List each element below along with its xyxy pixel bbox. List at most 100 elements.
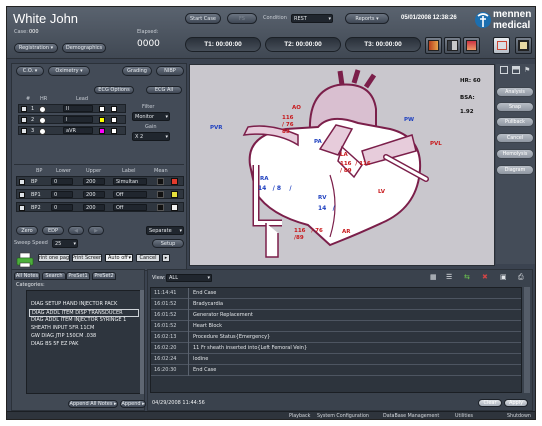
setup-button[interactable]: Setup — [152, 239, 184, 248]
auto-off-select[interactable]: Auto off ▾ — [105, 254, 133, 262]
separate-select[interactable]: Separate ▾ — [146, 226, 184, 235]
print-icon[interactable] — [512, 66, 520, 74]
ecg-all-button[interactable]: ECG All — [146, 86, 182, 94]
timer-t1[interactable]: T1: 00:00:00 — [185, 37, 261, 52]
bp-enable-checkbox[interactable] — [19, 179, 25, 185]
delete-icon[interactable]: ✖ — [482, 273, 488, 281]
review-icon[interactable] — [425, 37, 442, 54]
printer-icon[interactable] — [16, 252, 34, 268]
event-scrollbar[interactable] — [524, 287, 530, 393]
fs-button[interactable]: FS — [227, 13, 257, 24]
trace-color-swatch[interactable] — [99, 117, 105, 123]
hr-source-radio[interactable] — [39, 117, 46, 124]
bp-color-swatch[interactable] — [171, 191, 178, 198]
bp-enable-checkbox[interactable] — [19, 205, 25, 211]
side-button-pullback[interactable]: Pullback — [496, 117, 534, 127]
shutdown-menu[interactable]: Shutdown — [507, 414, 531, 419]
event-row[interactable]: 16:02:20 11 Fr sheath inserted into{Left … — [151, 343, 521, 354]
system-configuration-menu[interactable]: System Configuration — [317, 414, 369, 419]
category-item[interactable]: GW DIAG JTIP 150CM .038 — [29, 333, 139, 341]
demographics-button[interactable]: Demographics — [62, 43, 106, 53]
bp-lower-select[interactable]: 0 — [51, 204, 73, 211]
bp-upper-select[interactable]: 200 — [83, 204, 105, 211]
trace-color-swatch[interactable] — [99, 106, 105, 112]
bp-lower-select[interactable]: 0 — [51, 191, 73, 198]
lead-select[interactable]: I — [63, 116, 93, 123]
event-row[interactable]: 16:20:30 End Case — [151, 365, 521, 376]
categories-list[interactable]: DIAG SETUP HAND INJECTOR PACK DIAG ADDL I… — [26, 290, 144, 394]
print-one-page-button[interactable]: Print one page — [38, 254, 70, 262]
lead-select[interactable]: aVR — [63, 127, 93, 134]
bp-label-select[interactable]: Simultan — [113, 178, 147, 185]
disabled-toggle-1[interactable]: ◀ — [68, 226, 84, 235]
bp-lower-select[interactable]: 0 — [51, 178, 73, 185]
bp-mean-toggle[interactable] — [157, 178, 164, 185]
start-case-button[interactable]: Start Case — [185, 13, 221, 24]
ecg-options-button[interactable]: ECG Options — [94, 86, 134, 94]
print-screen-button[interactable]: Print Screen — [72, 254, 102, 262]
timer-t3[interactable]: T3: 00:00:00 — [345, 37, 421, 52]
tab-search[interactable]: Search — [42, 272, 66, 280]
window-icon[interactable] — [500, 66, 508, 74]
sweep-speed-select[interactable]: 25 ▾ — [52, 239, 78, 248]
zero-button[interactable]: Zero — [16, 226, 38, 235]
list-icon[interactable]: ☰ — [446, 273, 452, 281]
registration-button[interactable]: Registration ▾ — [14, 43, 58, 53]
category-item[interactable]: DIAG ADDL ITEM DISP TRANSDUCER — [29, 309, 139, 317]
hr-source-radio[interactable] — [39, 106, 46, 113]
utilities-menu[interactable]: Utilities — [455, 414, 473, 419]
side-button-cancel[interactable]: Cancel — [496, 133, 534, 143]
bp-label-select[interactable]: Off — [113, 204, 147, 211]
side-button-analysis[interactable]: Analysis — [496, 87, 534, 97]
database-management-menu[interactable]: DataBase Management — [383, 414, 439, 419]
oximetry-button[interactable]: Oximetry ▾ — [48, 66, 90, 76]
bp-color-swatch[interactable] — [171, 178, 178, 185]
printer-small-icon[interactable]: ⎙ — [518, 273, 524, 282]
event-row[interactable]: 11:14:41 End Case — [151, 288, 521, 299]
reports-button[interactable]: Reports ▾ — [345, 13, 389, 24]
bp-color-swatch[interactable] — [171, 204, 178, 211]
bp-enable-checkbox[interactable] — [19, 192, 25, 198]
trace-options-icon[interactable] — [111, 128, 117, 134]
ecg-enable-checkbox[interactable] — [21, 106, 27, 112]
append-button[interactable]: Append ▸ — [120, 400, 146, 408]
category-item[interactable]: SHEATH INPUT 5FR 11CM — [29, 325, 139, 333]
bp-label-select[interactable]: Off — [113, 191, 147, 198]
bp-mean-toggle[interactable] — [157, 191, 164, 198]
export-icon[interactable]: ⇆ — [464, 273, 470, 281]
event-row[interactable]: 16:01:52 Heart Block — [151, 321, 521, 332]
categories-scrollbar[interactable] — [140, 290, 144, 394]
trace-options-icon[interactable] — [111, 106, 117, 112]
gain-select[interactable]: X 2 ▾ — [132, 132, 170, 141]
timer-t2[interactable]: T2: 00:00:00 — [265, 37, 341, 52]
condition-select[interactable]: REST ▾ — [291, 14, 333, 23]
trace-options-icon[interactable] — [111, 117, 117, 123]
category-item[interactable]: DIAG SETUP HAND INJECTOR PACK — [29, 301, 139, 309]
cancel-print-button[interactable]: Cancel — [136, 254, 160, 262]
lead-select[interactable]: II — [63, 105, 93, 112]
ecg-enable-checkbox[interactable] — [21, 128, 27, 134]
apply-button[interactable]: Apply — [504, 399, 528, 407]
bp-upper-select[interactable]: 200 — [83, 178, 105, 185]
grading-button[interactable]: Grading — [122, 66, 152, 76]
event-row[interactable]: 16:02:13 Procedure Status{Emergency} — [151, 332, 521, 343]
tab-all-notes[interactable]: All Notes — [14, 272, 40, 280]
bp-upper-select[interactable]: 200 — [83, 191, 105, 198]
edp-button[interactable]: EDP — [42, 226, 64, 235]
disabled-toggle-2[interactable]: ▶ — [88, 226, 104, 235]
hr-source-radio[interactable] — [39, 128, 46, 135]
ecg-enable-checkbox[interactable] — [21, 117, 27, 123]
bp-mean-toggle[interactable] — [157, 204, 164, 211]
view-select[interactable]: ALL ▾ — [166, 274, 212, 282]
grid-icon[interactable] — [515, 37, 532, 54]
tab-preset2[interactable]: PreSet2 — [92, 272, 116, 280]
category-item[interactable]: DIAG BS 5F EZ PAK — [29, 341, 139, 349]
filter-select[interactable]: Monitor ▾ — [132, 112, 170, 121]
nibp-button[interactable]: NIBP — [156, 66, 184, 76]
clear-button[interactable]: Clear — [478, 399, 502, 407]
event-list[interactable]: 11:14:41 End Case 16:01:52 Bradycardia 16:01… — [150, 287, 522, 393]
table-icon[interactable]: ▦ — [430, 273, 437, 281]
event-row[interactable]: 16:01:52 Generator Replacement — [151, 310, 521, 321]
append-all-notes-button[interactable]: Append All Notes ▸ — [68, 400, 118, 408]
event-row[interactable]: 16:02:24 Iodine — [151, 354, 521, 365]
